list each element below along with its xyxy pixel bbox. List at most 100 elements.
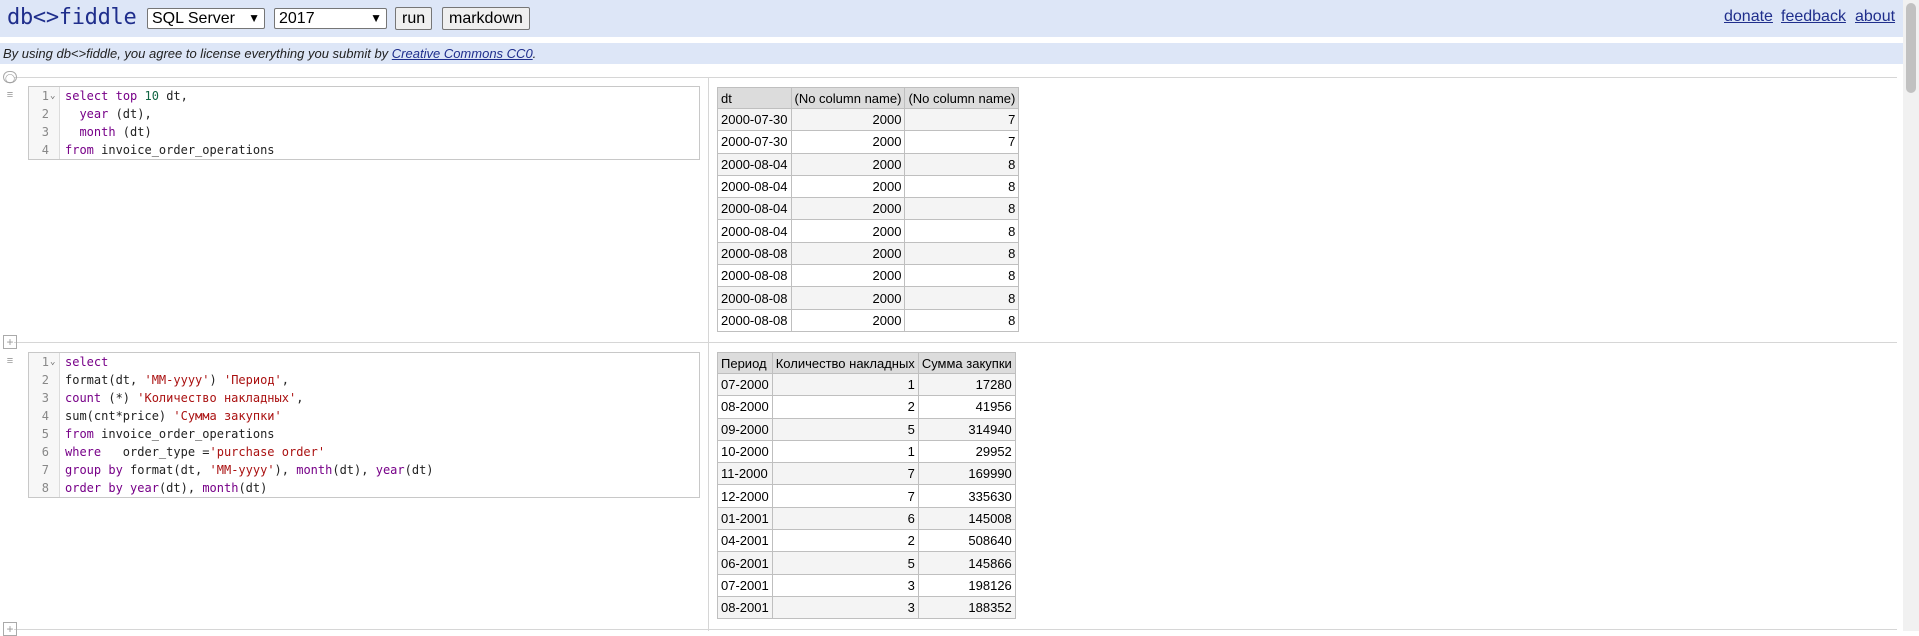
table-row: 2000-08-08 2000 8 [717, 286, 1020, 310]
table-cell: 3 [771, 573, 919, 597]
table-cell: 2000-08-04 [717, 174, 792, 199]
table-row: 06-2001 5 145866 [717, 551, 1016, 575]
table-row: 2000-08-08 2000 8 [717, 264, 1020, 288]
result-table-1: dt (No column name) (No column name) 2000-0… [717, 87, 1020, 332]
feedback-link[interactable]: feedback [1781, 8, 1846, 26]
table-cell: 145008 [917, 506, 1016, 531]
table-cell: 17280 [917, 372, 1016, 397]
table-row: 04-2001 2 508640 [717, 529, 1016, 553]
column-header: dt [717, 87, 792, 109]
table-cell: 2000 [790, 308, 906, 332]
table-cell: 508640 [917, 529, 1016, 553]
database-select-value: SQL Server [152, 10, 235, 27]
table-cell: 2000 [790, 152, 906, 176]
table-cell: 188352 [917, 595, 1016, 620]
table-row: 2000-08-04 2000 8 [717, 197, 1020, 221]
table-row: 2000-08-04 2000 8 [717, 219, 1020, 243]
column-divider-2 [708, 343, 709, 631]
table-cell: 11-2000 [717, 462, 773, 486]
table-cell: 7 [904, 130, 1020, 154]
scrollbar-thumb[interactable] [1906, 3, 1916, 93]
table-row: 2000-07-30 2000 7 [717, 130, 1020, 154]
add-block-icon[interactable]: + [3, 335, 17, 349]
table-cell: 8 [904, 174, 1020, 199]
fold-icon[interactable]: ⌄ [50, 87, 55, 105]
drag-handle-icon[interactable]: ≡ [3, 355, 17, 367]
table-cell: 2000 [790, 264, 906, 288]
table-cell: 10-2000 [717, 439, 773, 464]
table-cell: 08-2001 [717, 595, 773, 620]
app-logo[interactable]: db<>fiddle [7, 5, 137, 30]
chevron-down-icon: ▼ [370, 11, 382, 25]
table-cell: 08-2000 [717, 395, 773, 419]
column-divider-1 [708, 78, 709, 342]
table-cell: 6 [771, 506, 919, 531]
column-header: Количество накладных [771, 352, 919, 374]
table-cell: 2000 [790, 286, 906, 310]
markdown-button[interactable]: markdown [442, 7, 530, 30]
license-notice-suffix: . [532, 46, 537, 61]
table-cell: 1 [771, 372, 919, 397]
table-cell: 09-2000 [717, 417, 773, 441]
table-cell: 2000-08-04 [717, 197, 792, 221]
table-cell: 8 [904, 308, 1020, 332]
divider-bottom [14, 629, 1897, 630]
divider-middle [14, 342, 1897, 343]
table-cell: 2000-08-08 [717, 286, 792, 310]
table-cell: 2000-08-04 [717, 152, 792, 176]
version-select-value: 2017 [279, 10, 315, 27]
table-cell: 2000 [790, 219, 906, 243]
table-header-row: dt (No column name) (No column name) [717, 87, 1020, 109]
sql-editor-2[interactable]: 1 ⌄ select 2 format(dt, 'MM-yyyy') 'Период'… [28, 352, 700, 498]
table-cell: 3 [771, 595, 919, 620]
drag-handle-icon[interactable]: ≡ [3, 89, 17, 101]
database-select[interactable]: SQL Server ▼ [147, 8, 265, 29]
fold-icon[interactable]: ⌄ [50, 353, 55, 371]
table-row: 01-2001 6 145008 [717, 506, 1016, 531]
table-cell: 2000-08-08 [717, 241, 792, 266]
table-row: 08-2001 3 188352 [717, 595, 1016, 620]
cc0-link[interactable]: Creative Commons CC0 [392, 46, 533, 61]
table-cell: 8 [904, 264, 1020, 288]
table-cell: 2000-08-04 [717, 219, 792, 243]
result-table-2: Период Количество накладных Сумма закупки 0… [717, 352, 1016, 620]
donate-link[interactable]: donate [1724, 8, 1773, 26]
table-cell: 2 [771, 395, 919, 419]
vertical-scrollbar[interactable] [1903, 0, 1919, 631]
table-header-row: Период Количество накладных Сумма закупки [717, 352, 1016, 374]
table-cell: 2000-08-08 [717, 264, 792, 288]
table-cell: 41956 [917, 395, 1016, 419]
sql-editor-1[interactable]: 1 ⌄ select top 10 dt, 2 year (dt), 3 month… [28, 86, 700, 160]
table-row: 11-2000 7 169990 [717, 462, 1016, 486]
table-cell: 07-2001 [717, 573, 773, 597]
about-link[interactable]: about [1855, 8, 1895, 26]
table-cell: 2000 [790, 197, 906, 221]
table-cell: 8 [904, 241, 1020, 266]
table-row: 12-2000 7 335630 [717, 484, 1016, 508]
table-row: 2000-07-30 2000 7 [717, 107, 1020, 132]
table-cell: 8 [904, 197, 1020, 221]
license-notice-text: By using db<>fiddle, you agree to licens… [3, 46, 392, 61]
license-notice: By using db<>fiddle, you agree to licens… [0, 43, 1903, 64]
column-header: (No column name) [904, 87, 1020, 109]
table-cell: 2000 [790, 241, 906, 266]
column-header: Сумма закупки [917, 352, 1016, 374]
table-cell: 2 [771, 529, 919, 553]
table-cell: 2000-07-30 [717, 130, 792, 154]
toggle-view-icon[interactable]: ◯ [3, 71, 17, 83]
table-cell: 335630 [917, 484, 1016, 508]
add-block-icon[interactable]: + [3, 622, 17, 636]
table-row: 08-2000 2 41956 [717, 395, 1016, 419]
column-header: Период [717, 352, 773, 374]
table-row: 2000-08-08 2000 8 [717, 241, 1020, 266]
run-button[interactable]: run [395, 7, 433, 30]
table-cell: 06-2001 [717, 551, 773, 575]
table-cell: 7 [771, 462, 919, 486]
table-row: 2000-08-04 2000 8 [717, 174, 1020, 199]
version-select[interactable]: 2017 ▼ [274, 8, 387, 29]
table-row: 09-2000 5 314940 [717, 417, 1016, 441]
table-cell: 8 [904, 219, 1020, 243]
table-cell: 169990 [917, 462, 1016, 486]
table-cell: 12-2000 [717, 484, 773, 508]
table-cell: 1 [771, 439, 919, 464]
